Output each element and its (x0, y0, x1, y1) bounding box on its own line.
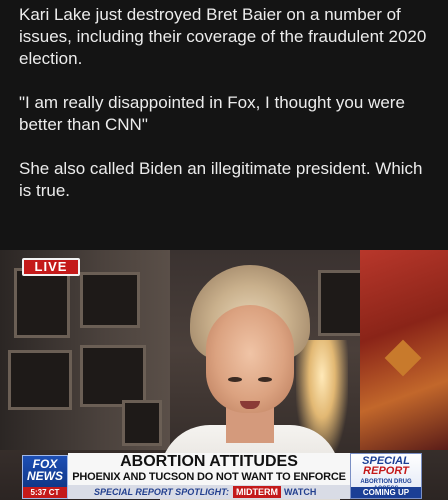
speaker-eye (228, 377, 242, 382)
ticker-label: WATCH (284, 487, 317, 497)
headline-box: ABORTION ATTITUDES PHOENIX AND TUCSON DO… (68, 453, 350, 499)
network-line2: NEWS (27, 469, 63, 483)
special-report-line2: REPORT (363, 465, 409, 477)
ticker-bar: SPECIAL REPORT SPOTLIGHT: MIDTERM WATCH (68, 485, 350, 499)
speaker-mouth (240, 401, 260, 409)
post-text: Kari Lake just destroyed Bret Baier on a… (19, 0, 439, 224)
wall-photo-frame (14, 268, 70, 338)
speaker (160, 265, 340, 500)
wall-photo-frame (8, 350, 72, 410)
fox-news-logo: FOX NEWS 5:37 CT (22, 455, 68, 499)
live-badge: LIVE (22, 258, 80, 276)
wall-photo-frame (80, 272, 140, 328)
ticker-segment: SPECIAL REPORT SPOTLIGHT: (94, 487, 230, 497)
special-report-panel: SPECIAL REPORT ABORTION DRUG ACCESS COMI… (350, 453, 422, 499)
post-paragraph-2: "I am really disappointed in Fox, I thou… (19, 93, 405, 134)
wall-photo-frame (80, 345, 146, 407)
ticker-tag: MIDTERM (233, 486, 281, 498)
broadcast-time: 5:37 CT (23, 487, 67, 498)
post-paragraph-3: She also called Biden an illegitimate pr… (19, 159, 423, 200)
chyron-headline: ABORTION ATTITUDES (120, 453, 298, 470)
speaker-face (206, 305, 294, 413)
speaker-eye (258, 377, 272, 382)
special-report-status: COMING UP (351, 487, 421, 498)
chyron: FOX NEWS 5:37 CT ABORTION ATTITUDES PHOE… (0, 449, 448, 500)
wall-photo-frame (122, 400, 162, 446)
embedded-video[interactable]: LIVE FOX NEWS 5:37 CT ABORTION ATTITUDES… (0, 250, 448, 500)
post-paragraph-1: Kari Lake just destroyed Bret Baier on a… (19, 5, 427, 68)
